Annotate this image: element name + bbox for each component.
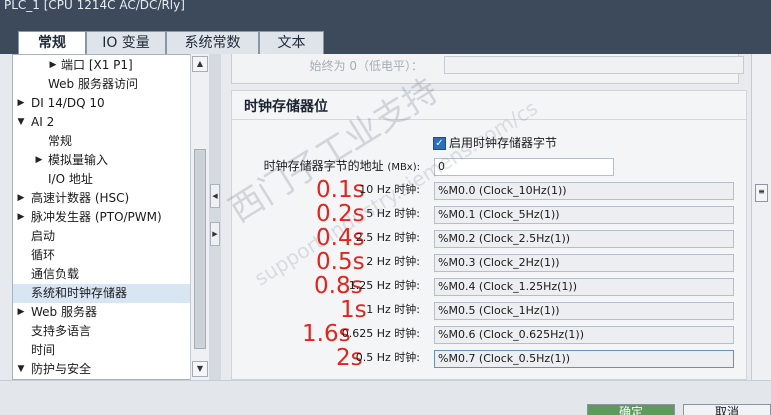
nav-item-web-server-access[interactable]: Web 服务器访问 [13,75,193,94]
enable-clock-memory-label: 启用时钟存储器字节 [449,136,558,150]
clock-0-625hz-field[interactable]: %M0.6 (Clock_0.625Hz(1)) [434,326,734,344]
address-label-text: 时钟存储器字节的地址 [263,159,384,173]
collapse-arrow-icon[interactable]: ▼ [16,113,26,132]
nav-item-label: 脉冲发生器 (PTO/PWM) [31,210,162,224]
clock-5hz-field[interactable]: %M0.1 (Clock_5Hz(1)) [434,206,734,224]
tab-texts[interactable]: 文本 [259,31,324,54]
nav-item-label: 启动 [31,229,56,243]
nav-item-communication-load[interactable]: 通信负载 [13,265,193,284]
ok-button[interactable]: 确定 [587,404,675,415]
nav-item-label: 通信负载 [31,267,80,281]
clock-row-label: 10 Hz 时钟: [359,183,420,196]
expand-arrow-icon[interactable]: ▶ [16,189,26,208]
scroll-down-icon[interactable]: ▼ [192,361,208,377]
clock-10hz-field[interactable]: %M0.0 (Clock_10Hz(1)) [434,182,734,200]
nav-item-label: 防护与安全 [31,362,92,376]
always-zero-row: 始终为 0（低电平）： [231,54,744,84]
always-zero-label: 始终为 0（低电平）： [309,59,423,73]
section-divider [232,119,746,120]
nav-item-multilanguage[interactable]: 支持多语言 [13,322,193,341]
nav-item-web-server[interactable]: ▶ Web 服务器 [13,303,193,322]
annotation-period: 0.2s [316,201,365,227]
nav-item-protection-security[interactable]: ▼ 防护与安全 [13,360,193,379]
expand-arrow-icon[interactable]: ▶ [16,303,26,322]
expand-arrow-icon[interactable]: ▶ [48,56,58,75]
nav-item-io-address[interactable]: I/O 地址 [13,170,193,189]
nav-item-ai-general[interactable]: 常规 [13,132,193,151]
nav-item-label: 模拟量输入 [48,153,109,167]
nav-item-cycle[interactable]: 循环 [13,246,193,265]
expand-arrow-icon[interactable]: ▶ [16,208,26,227]
annotation-period: 0.1s [316,177,365,203]
nav-item-ai2[interactable]: ▼ AI 2 [13,113,193,132]
nav-item-label: 时间 [31,343,56,357]
nav-item-label: DI 14/DQ 10 [31,96,105,110]
nav-item-label: 常规 [48,134,73,148]
clock-row-label: 0.625 Hz 时钟: [341,327,420,340]
navigation-tree: ▶ 端口 [X1 P1] Web 服务器访问 ▶ DI 14/DQ 10 ▼ A… [12,54,209,380]
nav-item-hsc[interactable]: ▶ 高速计数器 (HSC) [13,189,193,208]
nav-item-time[interactable]: 时间 [13,341,193,360]
address-label: 时钟存储器字节的地址 (MBx): [264,157,420,177]
nav-item-label: Web 服务器访问 [48,77,138,91]
annotation-period: 0.5s [316,249,365,275]
nav-item-label: I/O 地址 [48,172,93,186]
clock-2hz-field[interactable]: %M0.3 (Clock_2Hz(1)) [434,254,734,272]
nav-item-label: 循环 [31,248,56,262]
enable-clock-memory-row[interactable]: ✓ 启用时钟存储器字节 [433,134,557,150]
clock-row-label: 0.5 Hz 时钟: [355,351,420,364]
checkbox-checked-icon[interactable]: ✓ [433,137,446,150]
collapse-left-icon[interactable]: ◀ [210,184,220,208]
always-zero-field[interactable] [444,56,744,74]
nav-item-label: 高速计数器 (HSC) [31,191,130,205]
expand-arrow-icon[interactable]: ▶ [16,94,26,113]
nav-item-port-x1p1[interactable]: ▶ 端口 [X1 P1] [13,56,193,75]
scroll-thumb-grip-icon[interactable]: ≡ [755,184,768,202]
annotation-period: 1s [340,297,367,323]
clock-memory-section: 时钟存储器位 ✓ 启用时钟存储器字节 时钟存储器字节的地址 (MBx): 0 0.… [231,90,747,380]
clock-0-5hz-field[interactable]: %M0.7 (Clock_0.5Hz(1)) [434,350,734,368]
scroll-up-icon[interactable]: ▲ [192,56,208,72]
collapse-arrow-icon[interactable]: ▼ [16,360,26,379]
address-unit: (MBx): [387,162,420,173]
clock-row-label: 1 Hz 时钟: [366,303,420,316]
nav-item-label: Web 服务器 [31,305,97,319]
clock-row-label: 2.5 Hz 时钟: [355,231,420,244]
nav-item-label: 系统和时钟存储器 [31,286,128,300]
tab-io-tags[interactable]: IO 变量 [86,31,166,54]
nav-item-pulse-generator[interactable]: ▶ 脉冲发生器 (PTO/PWM) [13,208,193,227]
clock-1hz-field[interactable]: %M0.5 (Clock_1Hz(1)) [434,302,734,320]
clock-row-label: 5 Hz 时钟: [366,207,420,220]
expand-right-icon[interactable]: ▶ [210,222,220,246]
cancel-button[interactable]: 取消 [683,404,771,415]
nav-item-di-dq[interactable]: ▶ DI 14/DQ 10 [13,94,193,113]
clock-row-label: 2 Hz 时钟: [366,255,420,268]
clock-2-5hz-field[interactable]: %M0.2 (Clock_2.5Hz(1)) [434,230,734,248]
panel-splitter[interactable]: ◀ ▶ [209,54,221,380]
dialog-footer: 确定 取消 [0,380,771,415]
nav-item-analog-input[interactable]: ▶ 模拟量输入 [13,151,193,170]
clock-row-label: 1.25 Hz 时钟: [348,279,420,292]
nav-item-label: AI 2 [31,115,55,129]
expand-arrow-icon[interactable]: ▶ [34,151,44,170]
nav-item-system-clock-memory[interactable]: 系统和时钟存储器 [13,284,193,303]
properties-scrollbar[interactable]: ≡ [751,54,771,380]
tab-general[interactable]: 常规 [18,31,86,55]
scroll-thumb[interactable] [194,149,206,349]
section-title: 时钟存储器位 [244,99,328,115]
window-title: PLC_1 [CPU 1214C AC/DC/Rly] [0,0,771,14]
nav-scrollbar[interactable]: ▲ ▼ [190,54,209,380]
nav-item-label: 支持多语言 [31,324,92,338]
tab-bar: 常规 IO 变量 系统常数 文本 [0,14,771,55]
clock-byte-address-input[interactable]: 0 [434,158,614,176]
nav-item-label: 端口 [X1 P1] [61,58,133,72]
clock-1-25hz-field[interactable]: %M0.4 (Clock_1.25Hz(1)) [434,278,734,296]
nav-item-startup[interactable]: 启动 [13,227,193,246]
properties-panel: 始终为 0（低电平）： 时钟存储器位 ✓ 启用时钟存储器字节 时钟存储器字节的地址… [221,54,751,380]
tab-system-constants[interactable]: 系统常数 [166,31,259,54]
